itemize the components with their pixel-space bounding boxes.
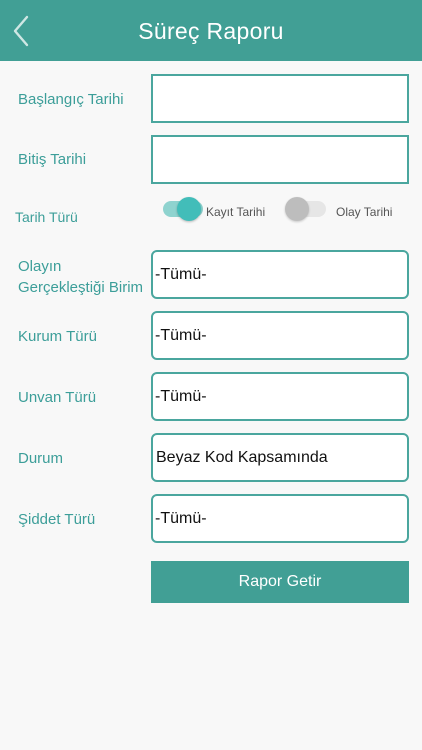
toggle-track <box>285 197 326 221</box>
institution-type-select[interactable]: -Tümü- <box>151 311 409 360</box>
date-type-label: Tarih Türü <box>15 209 78 225</box>
page-title: Süreç Raporu <box>138 18 284 44</box>
unit-label-line2: Gerçekleştiği Birim <box>18 279 144 296</box>
unit-select-value: -Tümü- <box>155 266 207 283</box>
status-select[interactable]: Beyaz Kod Kapsamında <box>151 433 409 482</box>
title-type-select[interactable]: -Tümü- <box>151 372 409 421</box>
status-label: Durum <box>18 450 64 467</box>
start-date-label: Başlangıç Tarihi <box>18 91 124 108</box>
toggle-knob <box>285 197 309 221</box>
app-header: Süreç Raporu <box>0 0 422 61</box>
toggle-knob <box>177 197 201 221</box>
institution-type-label: Kurum Türü <box>18 328 97 345</box>
toggle-olay-label: Olay Tarihi <box>336 205 393 219</box>
violence-type-select[interactable]: -Tümü- <box>151 494 409 543</box>
start-date-field[interactable] <box>151 74 409 123</box>
title-type-label: Unvan Türü <box>18 389 97 406</box>
toggle-kayit-label: Kayıt Tarihi <box>206 205 266 219</box>
title-type-value: -Tümü- <box>155 388 207 405</box>
unit-label-line1: Olayın <box>18 258 62 275</box>
unit-label: Olayın Gerçekleştiği Birim <box>18 256 143 298</box>
institution-type-value: -Tümü- <box>155 327 207 344</box>
unit-select[interactable]: -Tümü- <box>151 250 409 299</box>
status-select-value: Beyaz Kod Kapsamında <box>156 449 328 466</box>
get-report-button[interactable]: Rapor Getir <box>151 561 409 603</box>
end-date-label: Bitiş Tarihi <box>18 151 87 168</box>
end-date-field[interactable] <box>151 135 409 184</box>
toggle-track <box>163 197 203 221</box>
violence-type-label: Şiddet Türü <box>18 511 96 528</box>
violence-type-value: -Tümü- <box>155 510 207 527</box>
